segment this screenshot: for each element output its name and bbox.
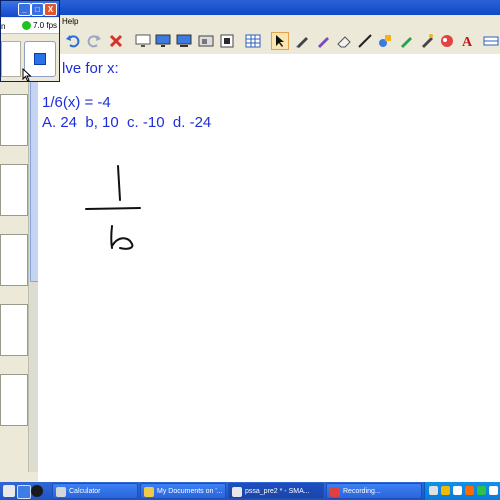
recording-indicator-icon xyxy=(22,21,31,30)
recorder-title-bar: _ □ X xyxy=(1,1,59,17)
task-label: pssa_pre2 * - SMA... xyxy=(245,488,310,495)
mouse-cursor-icon xyxy=(22,68,32,82)
properties-icon[interactable] xyxy=(438,32,456,50)
start-icon[interactable] xyxy=(3,485,15,497)
tray-icon[interactable] xyxy=(477,486,486,495)
handwritten-fraction xyxy=(85,165,141,250)
line-icon[interactable] xyxy=(356,32,374,50)
screen-shade-icon[interactable] xyxy=(134,32,152,50)
task-label: Recording... xyxy=(343,488,381,495)
answer-choices: A. 24 b, 10 c. -10 d. -24 xyxy=(42,114,212,131)
document-camera-icon[interactable] xyxy=(218,32,236,50)
tray-icon[interactable] xyxy=(453,486,462,495)
recorder-status-label: n xyxy=(1,22,6,31)
quicklaunch-icon[interactable] xyxy=(31,485,43,497)
task-label: My Documents on '... xyxy=(157,488,223,495)
menu-bar: Help xyxy=(0,15,500,30)
page-thumbnail[interactable] xyxy=(0,374,28,426)
task-recording[interactable]: Recording... xyxy=(326,483,422,499)
tray-icon[interactable] xyxy=(489,486,498,495)
fill-icon[interactable] xyxy=(397,32,415,50)
svg-text:A: A xyxy=(462,35,473,49)
taskbar: Calculator My Documents on '... pssa_pre… xyxy=(0,482,500,500)
page-thumbnail[interactable] xyxy=(0,164,28,216)
select-arrow-icon[interactable] xyxy=(271,32,289,50)
page-thumbnail[interactable] xyxy=(0,234,28,286)
magic-pen-icon[interactable] xyxy=(418,32,436,50)
shapes-icon[interactable] xyxy=(376,32,394,50)
system-tray xyxy=(424,482,500,500)
display-icon[interactable] xyxy=(154,32,172,50)
maximize-button[interactable]: □ xyxy=(31,3,44,16)
tray-icon[interactable] xyxy=(429,486,438,495)
page-thumbnail[interactable] xyxy=(0,304,28,356)
notebook-icon xyxy=(232,487,242,497)
fps-readout: 7.0 fps xyxy=(33,21,58,30)
toolbar: A xyxy=(0,29,500,55)
pen-icon[interactable] xyxy=(293,32,311,50)
equation-text: 1/6(x) = -4 xyxy=(42,94,111,111)
monitor-icon[interactable] xyxy=(175,32,193,50)
task-smart-notebook[interactable]: pssa_pre2 * - SMA... xyxy=(228,483,324,499)
table-icon[interactable] xyxy=(244,32,262,50)
minimize-button[interactable]: _ xyxy=(18,3,31,16)
recorder-icon xyxy=(330,487,340,497)
delete-icon[interactable] xyxy=(107,32,125,50)
task-my-documents[interactable]: My Documents on '... xyxy=(140,483,226,499)
app-title-bar xyxy=(0,0,500,15)
tray-icon[interactable] xyxy=(441,486,450,495)
folder-icon xyxy=(144,487,154,497)
creative-pen-icon[interactable] xyxy=(314,32,332,50)
question-heading: lve for x: xyxy=(62,60,119,77)
tray-icon[interactable] xyxy=(465,486,474,495)
calculator-icon xyxy=(56,487,66,497)
capture-icon[interactable] xyxy=(197,32,215,50)
stop-icon xyxy=(34,53,46,65)
close-button[interactable]: X xyxy=(44,3,57,16)
task-label: Calculator xyxy=(69,488,101,495)
eraser-icon[interactable] xyxy=(335,32,353,50)
toolbar-overflow-icon[interactable] xyxy=(482,32,500,50)
menu-help[interactable]: Help xyxy=(62,17,78,26)
task-calculator[interactable]: Calculator xyxy=(52,483,138,499)
quicklaunch-icon[interactable] xyxy=(17,485,31,499)
recorder-pause-button[interactable] xyxy=(1,41,21,77)
whiteboard-canvas[interactable]: lve for x: 1/6(x) = -4 A. 24 b, 10 c. -1… xyxy=(38,54,500,482)
redo-icon[interactable] xyxy=(85,32,103,50)
page-thumbnail[interactable] xyxy=(0,94,28,146)
text-icon[interactable]: A xyxy=(459,32,477,50)
undo-icon[interactable] xyxy=(64,32,82,50)
